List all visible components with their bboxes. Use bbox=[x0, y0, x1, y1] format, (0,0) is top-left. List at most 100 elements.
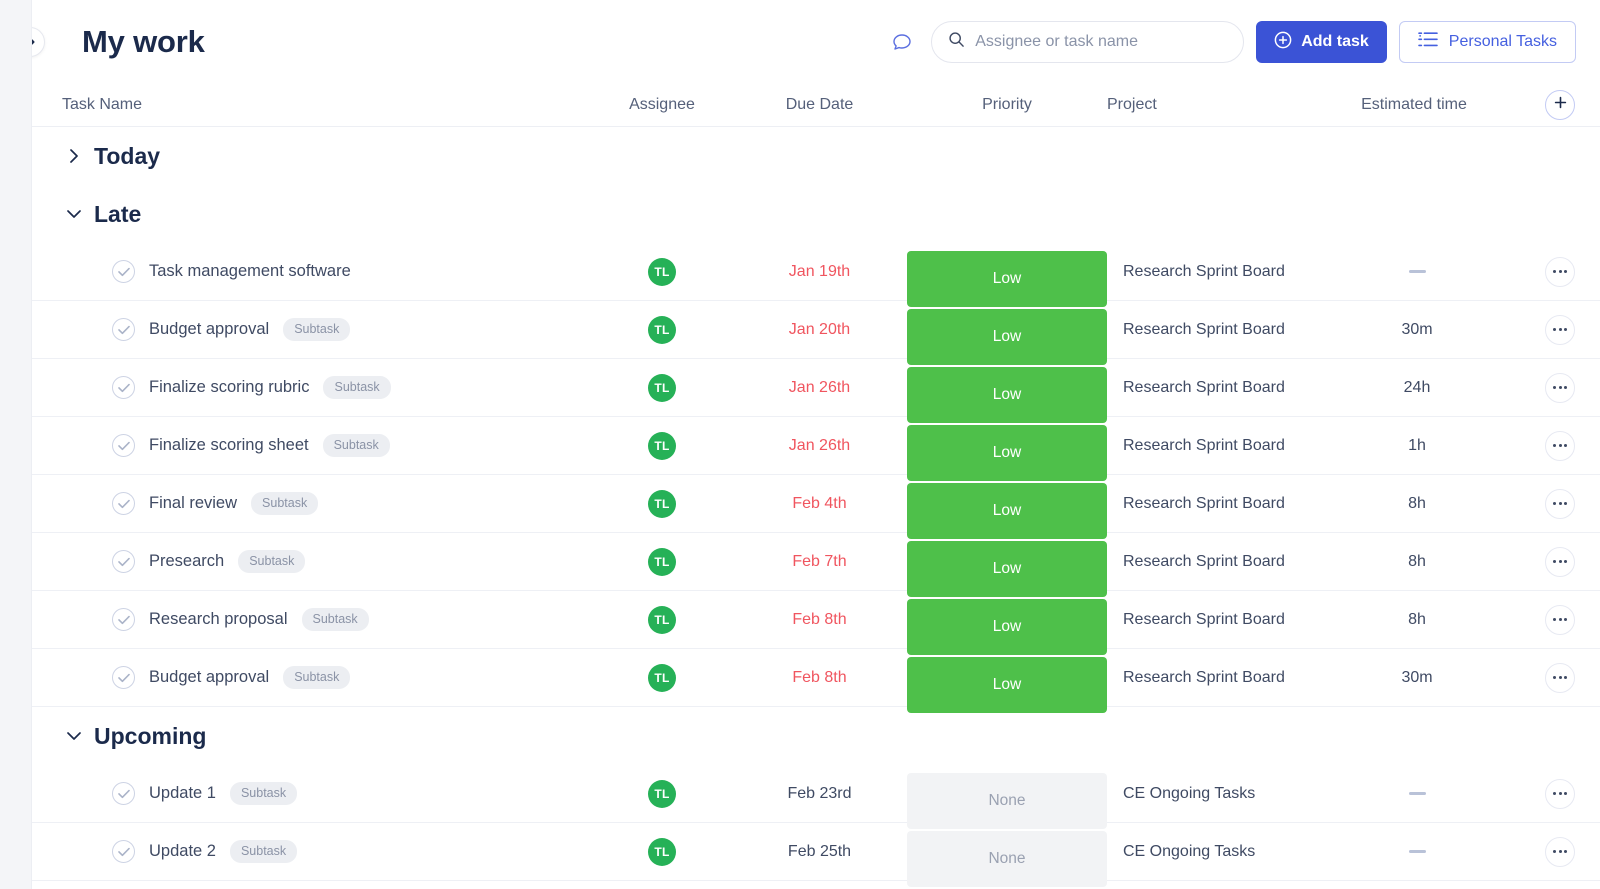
estimated-time-value[interactable]: 1h bbox=[1408, 437, 1426, 454]
table-row[interactable]: Task management software TL Jan 19th Low Res… bbox=[32, 243, 1600, 307]
table-row[interactable]: Finalize scoring rubric Subtask TL Jan 26th… bbox=[32, 359, 1600, 423]
task-complete-checkbox[interactable] bbox=[112, 434, 135, 457]
row-more-menu-button[interactable] bbox=[1545, 836, 1575, 867]
task-group-header[interactable]: Today bbox=[32, 127, 1600, 185]
table-row[interactable]: Budget approval Subtask TL Jan 20th Low Resea… bbox=[32, 301, 1600, 365]
row-more-menu-button[interactable] bbox=[1545, 314, 1575, 345]
project-name[interactable]: Research Sprint Board bbox=[1107, 263, 1285, 280]
chevron-down-icon[interactable] bbox=[66, 206, 82, 222]
table-row[interactable]: Budget approval Subtask TL Feb 8th Low Resear… bbox=[32, 649, 1600, 713]
row-more-menu-button[interactable] bbox=[1545, 372, 1575, 403]
due-date-value[interactable]: Feb 8th bbox=[792, 669, 846, 686]
project-name[interactable]: Research Sprint Board bbox=[1107, 611, 1285, 628]
estimated-time-empty[interactable] bbox=[1408, 269, 1426, 273]
table-row[interactable]: Finalize scoring sheet Subtask TL Jan 26th L… bbox=[32, 417, 1600, 481]
project-name[interactable]: CE Ongoing Tasks bbox=[1107, 785, 1255, 802]
estimated-time-value[interactable]: 8h bbox=[1408, 611, 1426, 628]
search-box[interactable] bbox=[931, 21, 1245, 63]
column-header-project[interactable]: Project bbox=[1107, 96, 1317, 114]
estimated-time-empty[interactable] bbox=[1408, 791, 1426, 795]
avatar[interactable]: TL bbox=[648, 431, 676, 460]
due-date-value[interactable]: Jan 19th bbox=[789, 263, 850, 280]
estimated-time-value[interactable]: 8h bbox=[1408, 553, 1426, 570]
priority-pill[interactable]: None bbox=[907, 830, 1107, 887]
search-input[interactable] bbox=[975, 33, 1228, 51]
avatar[interactable]: TL bbox=[648, 489, 676, 518]
column-header-task-name[interactable]: Task Name bbox=[52, 96, 592, 114]
priority-pill[interactable]: None bbox=[907, 772, 1107, 829]
task-name[interactable]: Task management software bbox=[149, 262, 351, 281]
column-header-priority[interactable]: Priority bbox=[907, 96, 1107, 114]
avatar[interactable]: TL bbox=[648, 373, 676, 402]
project-name[interactable]: Research Sprint Board bbox=[1107, 495, 1285, 512]
row-more-menu-button[interactable] bbox=[1545, 430, 1575, 461]
due-date-value[interactable]: Feb 8th bbox=[792, 611, 846, 628]
task-group-header[interactable]: Late bbox=[32, 185, 1600, 243]
sidebar-expand-button[interactable] bbox=[32, 27, 45, 57]
avatar[interactable]: TL bbox=[648, 779, 676, 808]
priority-pill[interactable]: Low bbox=[907, 598, 1107, 655]
priority-pill[interactable]: Low bbox=[907, 308, 1107, 365]
task-group-header[interactable]: Upcoming bbox=[32, 707, 1600, 765]
task-name[interactable]: Budget approval bbox=[149, 668, 269, 687]
estimated-time-value[interactable]: 30m bbox=[1401, 669, 1432, 686]
column-header-estimated-time[interactable]: Estimated time bbox=[1317, 96, 1517, 114]
task-complete-checkbox[interactable] bbox=[112, 550, 135, 573]
estimated-time-value[interactable]: 30m bbox=[1401, 321, 1432, 338]
task-complete-checkbox[interactable] bbox=[112, 666, 135, 689]
task-name[interactable]: Budget approval bbox=[149, 320, 269, 339]
task-name[interactable]: Update 1 bbox=[149, 784, 216, 803]
column-header-assignee[interactable]: Assignee bbox=[592, 96, 732, 114]
project-name[interactable]: Research Sprint Board bbox=[1107, 553, 1285, 570]
row-more-menu-button[interactable] bbox=[1545, 488, 1575, 519]
priority-pill[interactable]: Low bbox=[907, 366, 1107, 423]
task-name[interactable]: Final review bbox=[149, 494, 237, 513]
add-column-button[interactable] bbox=[1545, 90, 1575, 120]
table-row[interactable]: Final review Subtask TL Feb 4th Low Research … bbox=[32, 475, 1600, 539]
priority-pill[interactable]: Low bbox=[907, 656, 1107, 713]
table-row[interactable]: Research proposal Subtask TL Feb 8th Low Rese… bbox=[32, 591, 1600, 655]
avatar[interactable]: TL bbox=[648, 257, 676, 286]
row-more-menu-button[interactable] bbox=[1545, 662, 1575, 693]
priority-pill[interactable]: Low bbox=[907, 540, 1107, 597]
table-row[interactable]: Presearch Subtask TL Feb 7th Low Research Spr… bbox=[32, 533, 1600, 597]
task-complete-checkbox[interactable] bbox=[112, 492, 135, 515]
row-more-menu-button[interactable] bbox=[1545, 256, 1575, 287]
task-complete-checkbox[interactable] bbox=[112, 260, 135, 283]
due-date-value[interactable]: Feb 4th bbox=[792, 495, 846, 512]
avatar[interactable]: TL bbox=[648, 315, 676, 344]
table-row[interactable]: Update 1 Subtask TL Feb 23rd None CE Ongoing … bbox=[32, 765, 1600, 829]
task-complete-checkbox[interactable] bbox=[112, 840, 135, 863]
priority-pill[interactable]: Low bbox=[907, 424, 1107, 481]
project-name[interactable]: Research Sprint Board bbox=[1107, 379, 1285, 396]
task-complete-checkbox[interactable] bbox=[112, 782, 135, 805]
due-date-value[interactable]: Jan 26th bbox=[789, 437, 850, 454]
due-date-value[interactable]: Feb 23rd bbox=[787, 785, 851, 802]
avatar[interactable]: TL bbox=[648, 663, 676, 692]
estimated-time-empty[interactable] bbox=[1408, 849, 1426, 853]
estimated-time-value[interactable]: 8h bbox=[1408, 495, 1426, 512]
due-date-value[interactable]: Feb 25th bbox=[788, 843, 851, 860]
avatar[interactable]: TL bbox=[648, 547, 676, 576]
task-name[interactable]: Update 2 bbox=[149, 842, 216, 861]
chat-bubble-icon[interactable] bbox=[885, 25, 919, 59]
table-row[interactable]: Update 2 Subtask TL Feb 25th None CE Ongoing … bbox=[32, 823, 1600, 887]
task-name[interactable]: Finalize scoring sheet bbox=[149, 436, 309, 455]
task-complete-checkbox[interactable] bbox=[112, 608, 135, 631]
task-name[interactable]: Presearch bbox=[149, 552, 224, 571]
personal-tasks-button[interactable]: Personal Tasks bbox=[1398, 21, 1576, 63]
estimated-time-value[interactable]: 24h bbox=[1404, 379, 1431, 396]
due-date-value[interactable]: Jan 26th bbox=[789, 379, 850, 396]
due-date-value[interactable]: Jan 20th bbox=[789, 321, 850, 338]
avatar[interactable]: TL bbox=[648, 605, 676, 634]
priority-pill[interactable]: Low bbox=[907, 250, 1107, 307]
avatar[interactable]: TL bbox=[648, 837, 676, 866]
due-date-value[interactable]: Feb 7th bbox=[792, 553, 846, 570]
chevron-down-icon[interactable] bbox=[66, 728, 82, 744]
project-name[interactable]: CE Ongoing Tasks bbox=[1107, 843, 1255, 860]
project-name[interactable]: Research Sprint Board bbox=[1107, 437, 1285, 454]
task-complete-checkbox[interactable] bbox=[112, 376, 135, 399]
add-task-button[interactable]: Add task bbox=[1256, 21, 1387, 63]
row-more-menu-button[interactable] bbox=[1545, 546, 1575, 577]
row-more-menu-button[interactable] bbox=[1545, 604, 1575, 635]
